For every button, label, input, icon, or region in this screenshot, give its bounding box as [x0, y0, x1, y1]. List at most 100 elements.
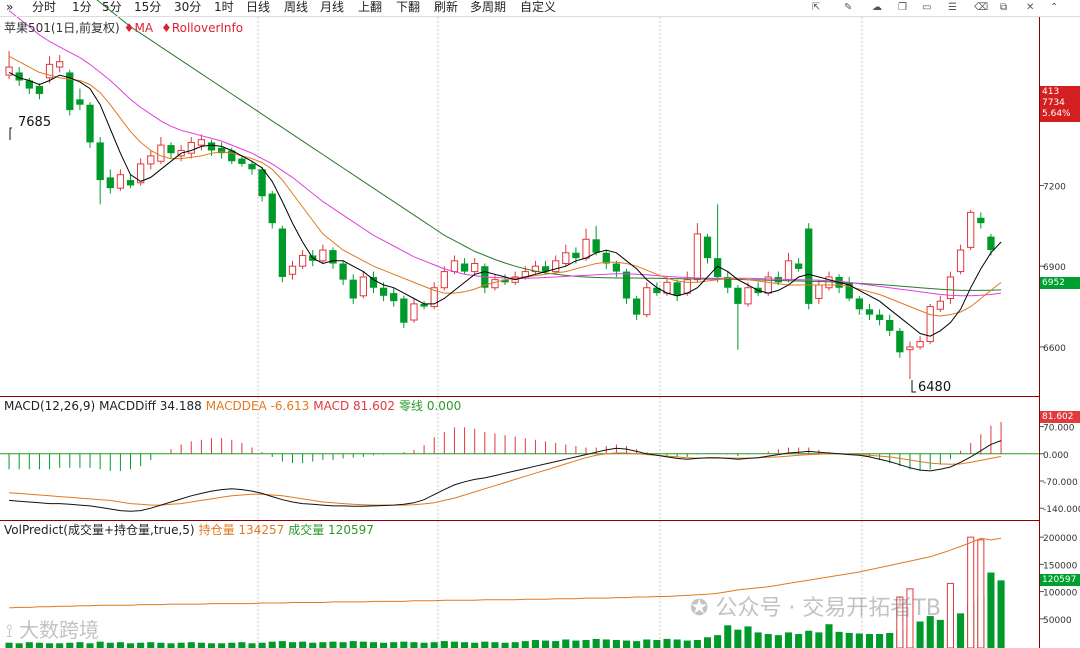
volume-bar [552, 641, 560, 648]
volume-bar [754, 632, 762, 648]
candle-body-down [339, 263, 347, 280]
price-tag-line-2: 7734 [1042, 98, 1065, 108]
volume-bar [876, 634, 884, 648]
volume-bar [481, 641, 489, 648]
volume-bar [400, 641, 408, 648]
volume-bar [450, 641, 458, 648]
volume-bar [886, 632, 894, 648]
candle-body-up [967, 211, 975, 248]
volume-tick-label: 100000 [1043, 589, 1078, 599]
chart-canvas[interactable]: 76856480 750072006900660070.0000.000-70.… [0, 0, 1080, 648]
candle-body-down [248, 163, 256, 170]
volume-bar [228, 642, 236, 648]
macd-zero-label: 零线 0.000 [399, 399, 462, 413]
volume-bar [440, 641, 448, 648]
candle-body-down [76, 99, 84, 105]
candle-body-down [126, 180, 135, 186]
candle-body-down [400, 298, 408, 323]
volume-bar [521, 641, 529, 648]
volume-bar [390, 642, 398, 648]
volume-indicator-name: VolPredict(成交量+持仓量,true,5) [4, 523, 195, 537]
volume-bar [987, 572, 995, 648]
candle-body-down [703, 236, 712, 259]
candle-body-down [875, 314, 884, 321]
candle-body-up [815, 284, 823, 300]
volume-bar [157, 642, 165, 648]
candle-body-down [35, 85, 44, 94]
candle-body-down [268, 193, 276, 224]
volume-bar [491, 642, 499, 648]
volume-bar [572, 640, 580, 648]
volume-bar [258, 642, 266, 648]
volume-bar [420, 642, 428, 648]
volume-bar [248, 643, 256, 648]
candle-body-down [633, 298, 641, 315]
candle-body-up [197, 139, 206, 146]
volume-bar [380, 642, 388, 648]
volume-bar-hollow [977, 539, 985, 648]
candle-body-down [369, 276, 378, 288]
candle-body-down [622, 271, 631, 299]
volume-tick-label: 200000 [1043, 534, 1078, 544]
candle-body-up [298, 254, 307, 267]
volume-bar [339, 642, 347, 648]
volume-bar [784, 632, 793, 648]
volume-bar [288, 642, 297, 648]
volume-legend: VolPredict(成交量+持仓量,true,5) 持仓量 134257 成交量 … [4, 523, 378, 537]
volume-bar [501, 642, 509, 648]
volume-tick-label: 50000 [1043, 616, 1072, 626]
candle-body-up [440, 271, 448, 289]
watermark-left-text: 大数跨境 [19, 618, 100, 642]
macd-dea-line [9, 452, 1002, 506]
volume-bar [430, 642, 438, 648]
candle-body-down [794, 263, 803, 269]
macd-tick-label: 0.000 [1043, 451, 1069, 461]
candle-body-down [167, 145, 175, 154]
volume-bar [562, 639, 570, 648]
volume-bar [86, 643, 94, 648]
candle-body-up [450, 260, 459, 273]
volume-bar [511, 642, 519, 648]
rollover-indicator-label: ♦RolloverInfo [161, 21, 244, 35]
candle-body-up [643, 287, 651, 316]
candle-body-up [157, 144, 165, 162]
candle-body-down [886, 320, 894, 331]
volume-bar [744, 626, 752, 648]
volume-bar [936, 619, 944, 648]
candle-body-up [319, 249, 327, 262]
candle-body-up [491, 279, 499, 289]
volume-bar [35, 642, 43, 648]
candle-body-up [582, 238, 590, 259]
volume-bar [369, 642, 378, 648]
volume-bar [622, 640, 631, 648]
candle-body-down [460, 263, 469, 272]
volume-value-tag: 120597 [1040, 574, 1080, 586]
watermark-logo-left: ⟟ 大数跨境 [6, 614, 99, 643]
volume-bar [268, 641, 276, 648]
price-tag-line-1: 413 [1042, 87, 1060, 97]
volume-bar [643, 639, 651, 648]
volume-value-label: 成交量 120597 [288, 523, 374, 537]
volume-bar [76, 642, 84, 648]
volume-bar [46, 643, 54, 648]
high-marker [9, 127, 12, 140]
macd-tick-label: -70.000 [1043, 478, 1078, 488]
volume-bar-hollow [967, 536, 975, 648]
candle-body-down [390, 293, 398, 302]
volume-bar [673, 639, 681, 648]
candle-body-up [288, 265, 297, 275]
price-tag-line-3: 5.64% [1042, 109, 1071, 119]
volume-bar [187, 642, 195, 648]
volume-bar [633, 641, 641, 648]
volume-bar [845, 632, 853, 648]
candle-body-down [673, 282, 681, 296]
volume-bar [542, 640, 550, 648]
volume-bar [207, 643, 216, 648]
open-interest-label: 持仓量 134257 [198, 523, 285, 537]
volume-bar [461, 642, 469, 648]
volume-bar [865, 634, 874, 648]
volume-bar [693, 640, 701, 648]
volume-bar [349, 641, 357, 648]
volume-bar [66, 642, 74, 648]
grid-lines [257, 17, 863, 648]
